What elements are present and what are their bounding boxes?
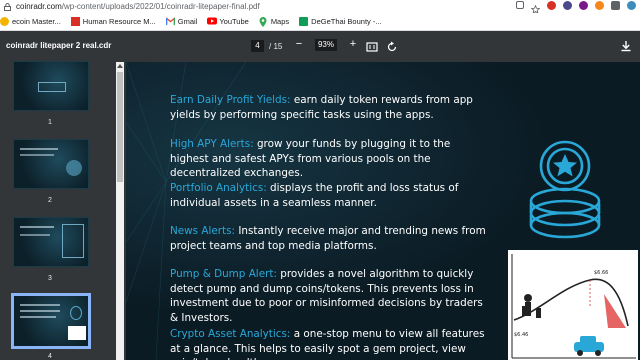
zoom-in-button[interactable]: + <box>347 39 359 51</box>
bookmark-icon <box>0 17 9 26</box>
sidebar-scrollbar[interactable] <box>116 62 124 360</box>
download-icon[interactable] <box>620 39 632 52</box>
feature-paragraph: Portfolio Analytics: displays the profit… <box>170 181 492 210</box>
star-icon[interactable] <box>530 1 541 14</box>
page-thumbnail[interactable] <box>13 139 89 189</box>
feature-heading: News Alerts: <box>170 225 236 237</box>
bookmark-item[interactable]: DeGeThai Bounty -... <box>299 17 382 26</box>
bookmark-item[interactable]: Maps <box>259 17 289 27</box>
sheets-icon <box>299 17 309 26</box>
pdf-page: Earn Daily Profit Yields: earn daily tok… <box>126 62 640 360</box>
url-text[interactable]: coinradr.com/wp-content/uploads/2022/01/… <box>16 2 260 11</box>
zoom-out-button[interactable]: − <box>293 39 305 51</box>
feature-paragraph: Crypto Asset Analytics: a one-stop menu … <box>170 327 492 360</box>
coin-stack-star-icon <box>529 140 601 239</box>
feature-paragraph: Pump & Dump Alert: provides a novel algo… <box>170 267 492 325</box>
bookmark-item[interactable]: Gmail <box>165 17 197 26</box>
thumbnail-label: 4 <box>48 353 52 360</box>
feature-heading: Pump & Dump Alert: <box>170 268 277 280</box>
share-icon[interactable] <box>516 1 524 9</box>
page-selector: 4 / 15 <box>251 40 282 52</box>
puzzle-icon[interactable] <box>611 1 620 10</box>
bookmark-item[interactable]: Human Resource M... <box>70 17 156 26</box>
gmail-icon <box>165 17 176 26</box>
feature-heading: Crypto Asset Analytics: <box>170 328 291 340</box>
thumbnail-label: 1 <box>48 119 52 126</box>
scroll-up-arrow-icon[interactable] <box>117 64 123 68</box>
thumbnail-sidebar: 1 2 3 4 <box>0 60 118 360</box>
thumbnail-label: 2 <box>48 197 52 204</box>
profile-avatar[interactable] <box>627 1 636 10</box>
feature-heading: Earn Daily Profit Yields: <box>170 94 291 106</box>
zoom-input[interactable]: 93% <box>315 39 337 51</box>
zoom-control: − 93% + <box>293 39 359 51</box>
feature-paragraph: News Alerts: Instantly receive major and… <box>170 224 492 253</box>
rotate-icon[interactable] <box>386 40 398 52</box>
bookmark-item[interactable]: ecoin Master... <box>0 17 61 26</box>
page-number-input[interactable]: 4 <box>251 40 264 52</box>
address-bar[interactable]: coinradr.com/wp-content/uploads/2022/01/… <box>0 0 640 14</box>
feature-paragraph: Earn Daily Profit Yields: earn daily tok… <box>170 93 492 122</box>
bookmarks-bar: ecoin Master... Human Resource M... Gmai… <box>0 13 640 31</box>
lock-icon[interactable] <box>2 2 12 12</box>
chart-left-price-label: $6.46 <box>514 332 528 338</box>
page-thumbnail[interactable] <box>13 217 89 267</box>
thumbnail-label: 3 <box>48 275 52 282</box>
extension-icon-1[interactable] <box>547 1 556 10</box>
feature-paragraph: High APY Alerts: grow your funds by plug… <box>170 137 492 181</box>
chart-top-price-label: $6.66 <box>594 270 608 276</box>
metamask-icon[interactable] <box>595 1 604 10</box>
page-total: / 15 <box>269 41 283 51</box>
fit-page-icon[interactable] <box>366 40 378 52</box>
page-thumbnail[interactable] <box>13 61 89 111</box>
feature-heading: Portfolio Analytics: <box>170 182 267 194</box>
extension-icon-2[interactable] <box>563 1 572 10</box>
extension-icon-3[interactable] <box>579 1 588 10</box>
bookmark-icon <box>70 17 80 26</box>
page-thumbnail-selected[interactable] <box>11 293 91 349</box>
feature-heading: High APY Alerts: <box>170 138 254 150</box>
maps-icon <box>259 17 268 27</box>
document-title: coinradr litepaper 2 real.cdr <box>6 41 112 50</box>
scrollbar-thumb[interactable] <box>117 72 123 182</box>
bookmark-item[interactable]: YouTube <box>207 17 249 26</box>
pdf-toolbar: coinradr litepaper 2 real.cdr 4 / 15 − 9… <box>0 32 640 60</box>
pump-dump-chart-illustration: $6.66 $6.46 <box>508 250 638 360</box>
youtube-icon <box>207 17 218 26</box>
